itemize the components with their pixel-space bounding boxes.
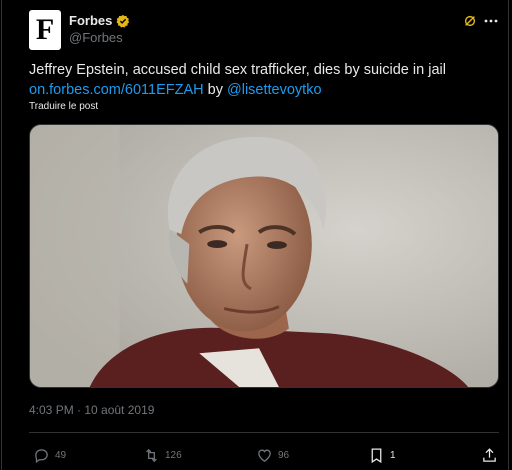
retweet-count: 126	[165, 450, 182, 461]
account-name-text: Forbes	[69, 13, 113, 28]
like-count: 96	[278, 450, 290, 461]
tweet-card: F Forbes @Forbes Jeffrey Epstein, accuse…	[1, 0, 509, 470]
bookmark-icon	[371, 448, 382, 464]
account-name[interactable]: Forbes	[69, 13, 130, 28]
reply-icon	[35, 449, 48, 464]
bookmark-button[interactable]: 1	[368, 447, 396, 464]
tweet-text: Jeffrey Epstein, accused child sex traff…	[29, 60, 499, 100]
bookmark-count: 1	[390, 450, 396, 461]
retweet-icon	[146, 448, 157, 463]
tweet-timestamp[interactable]: 4:03 PM · 10 août 2019	[29, 403, 154, 417]
share-icon	[483, 448, 496, 462]
portrait-photo	[30, 125, 498, 387]
reply-count: 49	[55, 450, 67, 461]
like-button[interactable]: 96	[256, 447, 289, 464]
share-button[interactable]	[481, 447, 498, 464]
avatar[interactable]: F	[29, 10, 61, 50]
tweet-body: Jeffrey Epstein, accused child sex traff…	[29, 62, 446, 78]
reply-button[interactable]: 49	[33, 447, 66, 464]
translate-link[interactable]: Traduire le post	[29, 101, 98, 112]
account-handle[interactable]: @Forbes	[69, 30, 123, 45]
divider	[29, 432, 499, 433]
verified-badge-icon	[116, 14, 130, 28]
tweet-image[interactable]	[29, 124, 499, 388]
mention-link[interactable]: @lisettevoytko	[227, 82, 322, 98]
like-icon	[258, 449, 271, 462]
grok-icon[interactable]	[463, 14, 477, 28]
more-icon[interactable]	[483, 13, 499, 29]
tweet-link[interactable]: on.forbes.com/6011EFZAH	[29, 82, 204, 98]
avatar-letter: F	[35, 13, 55, 46]
retweet-button[interactable]: 126	[143, 447, 182, 464]
by-label: by	[207, 82, 223, 98]
